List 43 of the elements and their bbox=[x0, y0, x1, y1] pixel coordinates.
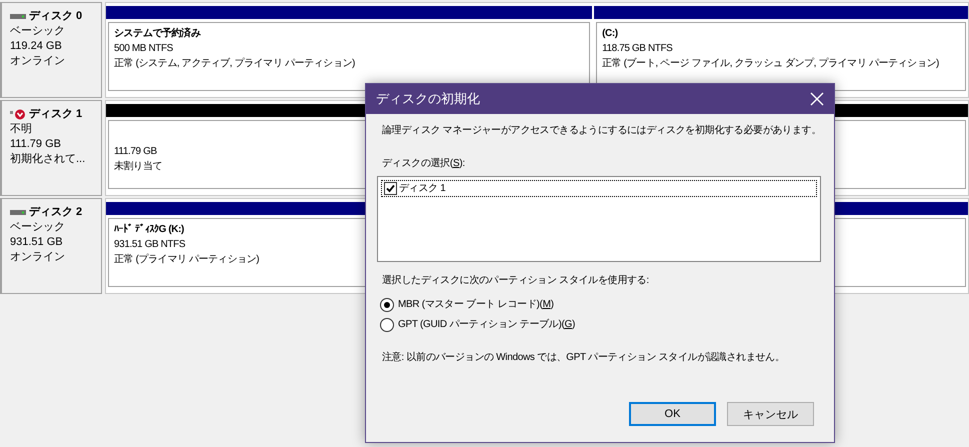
disk-label-panel[interactable]: ディスク 2 ベーシック 931.51 GB オンライン bbox=[0, 198, 102, 294]
partition-size: 931.51 GB NTFS bbox=[114, 238, 186, 252]
partition-status: 正常 (ブート, ページ ファイル, クラッシュ ダンプ, プライマリ パーティション) bbox=[602, 56, 939, 71]
radio-label[interactable]: MBR (マスター ブート レコード)(M) bbox=[398, 298, 554, 312]
partition-status: 未割り当て bbox=[114, 160, 162, 174]
partition-box[interactable]: (C:) 118.75 GB NTFS 正常 (ブート, ページ ファイル, クラッシュ ダンプ, プライマリ パーティション) bbox=[596, 22, 966, 91]
disk-name: ディスク 0 bbox=[29, 9, 82, 24]
dialog-title: ディスクの初期化 bbox=[376, 90, 480, 108]
disk-size: 931.51 GB bbox=[10, 235, 64, 250]
dialog-button[interactable]: OK bbox=[629, 402, 716, 426]
partition-title: (C:) bbox=[602, 27, 618, 41]
disk-list[interactable]: ディスク 1 bbox=[377, 176, 821, 262]
disk-size: 119.24 GB bbox=[10, 39, 63, 54]
dialog-button[interactable]: キャンセル bbox=[727, 402, 814, 426]
disk-name: ディスク 2 bbox=[29, 205, 82, 220]
partition-size: 500 MB NTFS bbox=[114, 42, 173, 56]
radio-button[interactable] bbox=[380, 298, 394, 312]
disk-list-label: ディスクの選択(S): bbox=[382, 157, 465, 171]
partition-style-label: 選択したディスクに次のパーティション スタイルを使用する: bbox=[382, 274, 649, 288]
dialog-message: 論理ディスク マネージャーがアクセスできるようにするにはディスクを初期化する必要があります。 bbox=[382, 124, 821, 138]
partition-size: 118.75 GB NTFS bbox=[602, 42, 672, 56]
partition-size: 111.79 GB bbox=[114, 145, 157, 159]
partition-title: システムで予約済み bbox=[114, 26, 200, 41]
disk-type: ベーシック bbox=[10, 220, 66, 235]
close-icon[interactable] bbox=[810, 92, 824, 106]
disk-label-panel[interactable]: ディスク 1 不明 111.79 GB 初期化されて... bbox=[0, 100, 102, 196]
checkbox[interactable] bbox=[384, 182, 397, 195]
disk-status: オンライン bbox=[10, 250, 66, 265]
partition-box[interactable]: システムで予約済み 500 MB NTFS 正常 (システム, アクティブ, プライマリ パーティション) bbox=[108, 22, 590, 91]
disk-type: 不明 bbox=[10, 122, 33, 137]
radio-label[interactable]: GPT (GUID パーティション テーブル)(G) bbox=[398, 318, 576, 332]
disk-status: オンライン bbox=[10, 54, 66, 69]
disk-status: 初期化されて... bbox=[10, 152, 86, 167]
disk-name: ディスク 1 bbox=[29, 107, 82, 122]
disk-type: ベーシック bbox=[10, 24, 66, 39]
disk-label-panel[interactable]: ディスク 0 ベーシック 119.24 GB オンライン bbox=[0, 2, 102, 98]
partition-status: 正常 (プライマリ パーティション) bbox=[114, 252, 260, 267]
note-text: 注意: 以前のバージョンの Windows では、GPT パーティション スタイルが認識されません。 bbox=[382, 351, 785, 365]
disk-size: 111.79 GB bbox=[10, 137, 62, 152]
radio-button[interactable] bbox=[380, 318, 394, 332]
disk-list-item[interactable]: ディスク 1 bbox=[399, 182, 446, 196]
partition-title: ﾊｰﾄﾞ ﾃﾞｨｽｸG (K:) bbox=[114, 222, 184, 237]
partition-status: 正常 (システム, アクティブ, プライマリ パーティション) bbox=[114, 56, 355, 71]
